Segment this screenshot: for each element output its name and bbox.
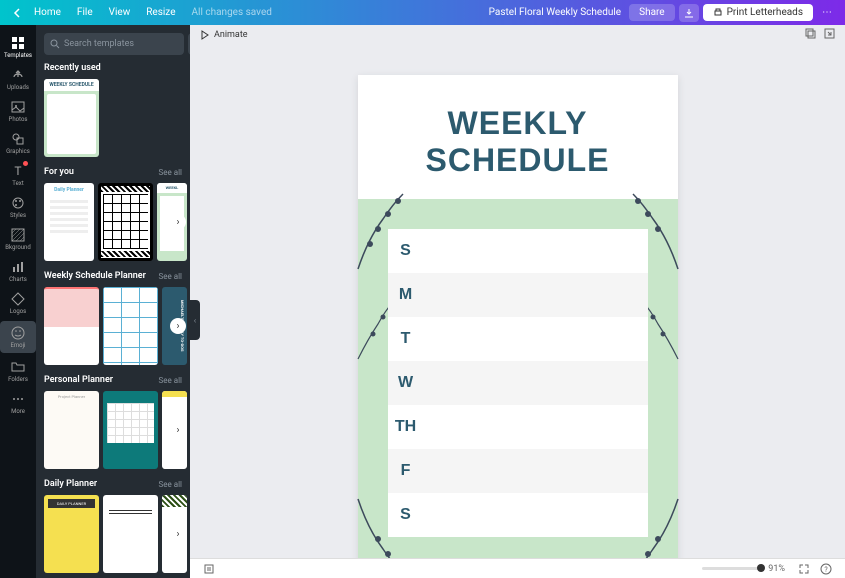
rail-charts[interactable]: Charts xyxy=(0,255,36,287)
back-button[interactable] xyxy=(8,4,26,22)
bottom-bar: 91% ? xyxy=(190,558,845,578)
menu-home[interactable]: Home xyxy=(26,7,69,18)
rail-photos[interactable]: Photos xyxy=(0,95,36,127)
scroll-right-button[interactable]: › xyxy=(170,422,186,438)
menu-resize[interactable]: Resize xyxy=(138,7,183,18)
help-icon[interactable]: ? xyxy=(819,562,833,576)
animate-icon xyxy=(198,29,210,41)
search-icon xyxy=(50,39,60,49)
rail-logos[interactable]: Logos xyxy=(0,287,36,319)
template-thumb[interactable] xyxy=(103,287,158,365)
template-thumb[interactable]: Project Planner xyxy=(44,391,99,469)
day-row[interactable]: M xyxy=(388,273,648,317)
rail-more[interactable]: More xyxy=(0,387,36,419)
menu-view[interactable]: View xyxy=(101,7,139,18)
rail-background[interactable]: Bkground xyxy=(0,223,36,255)
collapse-panel-button[interactable]: ‹ xyxy=(190,300,200,340)
scroll-right-button[interactable]: › xyxy=(170,526,186,542)
scroll-right-button[interactable]: › xyxy=(170,318,186,334)
rail-text[interactable]: TText xyxy=(0,159,36,191)
template-thumb[interactable] xyxy=(44,287,99,365)
scroll-right-button[interactable]: › xyxy=(170,214,186,230)
day-row[interactable]: S xyxy=(388,493,648,537)
svg-text:?: ? xyxy=(824,566,828,574)
slider-thumb[interactable] xyxy=(757,564,765,572)
notification-dot xyxy=(23,161,28,166)
day-row[interactable]: Th xyxy=(388,405,648,449)
expand-page-icon[interactable] xyxy=(824,28,835,42)
search-input[interactable] xyxy=(64,39,178,49)
see-all-link[interactable]: See all xyxy=(159,272,182,281)
template-thumb[interactable] xyxy=(103,391,158,469)
rail-styles[interactable]: Styles xyxy=(0,191,36,223)
canvas-area[interactable]: Animate Weekly Schedule S M T W Th F S xyxy=(190,25,845,558)
day-row[interactable]: F xyxy=(388,449,648,493)
search-box[interactable] xyxy=(44,33,184,55)
menu-file[interactable]: File xyxy=(69,7,101,18)
section-title-pp: Personal Planner xyxy=(44,375,113,385)
section-title-dp: Daily Planner xyxy=(44,479,97,489)
rail-graphics[interactable]: Graphics xyxy=(0,127,36,159)
see-all-link[interactable]: See all xyxy=(159,168,182,177)
design-page[interactable]: Weekly Schedule S M T W Th F S xyxy=(358,75,678,558)
template-thumb[interactable]: RULE THE DAY xyxy=(103,495,158,573)
document-title[interactable]: Pastel Floral Weekly Schedule xyxy=(489,7,621,18)
template-thumb[interactable] xyxy=(98,183,153,261)
svg-text:T: T xyxy=(14,164,21,178)
animate-button[interactable]: Animate xyxy=(214,30,248,40)
schedule-table[interactable]: S M T W Th F S xyxy=(388,229,648,537)
template-thumb[interactable]: WEEKLY SCHEDULE xyxy=(44,79,99,157)
fullscreen-icon[interactable] xyxy=(797,562,811,576)
duplicate-page-icon[interactable] xyxy=(805,28,816,42)
rail-templates[interactable]: Templates xyxy=(0,31,36,63)
day-row[interactable]: W xyxy=(388,361,648,405)
zoom-slider[interactable] xyxy=(702,567,762,570)
templates-panel: Recently used WEEKLY SCHEDULE For you See… xyxy=(36,25,190,578)
see-all-link[interactable]: See all xyxy=(159,480,182,489)
section-title-foryou: For you xyxy=(44,167,74,177)
notes-icon[interactable] xyxy=(202,562,216,576)
day-row[interactable]: S xyxy=(388,229,648,273)
template-thumb[interactable]: DAILY PLANNER xyxy=(44,495,99,573)
section-title-wsp: Weekly Schedule Planner xyxy=(44,271,146,281)
more-menu-button[interactable]: ⋯ xyxy=(817,4,837,22)
rail-emoji[interactable]: Emoji xyxy=(0,321,36,353)
rail-uploads[interactable]: Uploads xyxy=(0,63,36,95)
rail-folders[interactable]: Folders xyxy=(0,355,36,387)
page-title-text[interactable]: Weekly Schedule xyxy=(358,75,678,199)
day-row[interactable]: T xyxy=(388,317,648,361)
share-button[interactable]: Share xyxy=(629,4,674,21)
zoom-percentage[interactable]: 91% xyxy=(768,564,785,574)
template-thumb[interactable]: Daily Planner xyxy=(44,183,94,261)
download-button[interactable] xyxy=(679,4,699,22)
section-title-recent: Recently used xyxy=(44,63,101,73)
save-status: All changes saved xyxy=(184,7,280,18)
see-all-link[interactable]: See all xyxy=(159,376,182,385)
left-rail: Templates Uploads Photos Graphics TText … xyxy=(0,25,36,578)
print-button[interactable]: Print Letterheads xyxy=(703,4,813,21)
